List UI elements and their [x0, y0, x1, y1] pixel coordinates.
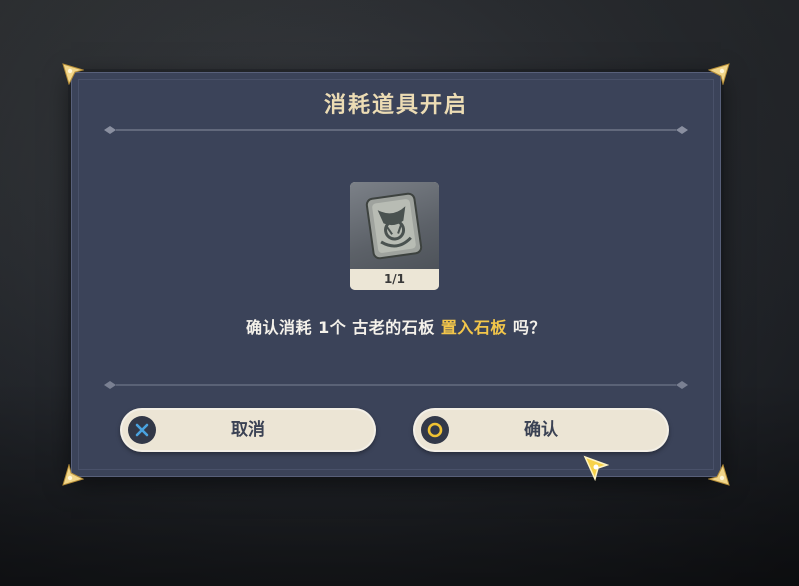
confirm-message: 确认消耗 1个 古老的石板 置入石板 吗？: [72, 314, 720, 338]
confirm-button[interactable]: 确认: [413, 408, 669, 452]
confirm-button-label: 确认: [524, 420, 558, 440]
corner-ornament-icon: [708, 63, 730, 85]
corner-ornament-icon: [62, 63, 84, 85]
corner-ornament-icon: [708, 464, 730, 486]
confirm-message-highlight: 置入石板: [440, 318, 507, 337]
item-slot[interactable]: 1/1: [350, 182, 439, 290]
confirm-message-prefix: 确认消耗 1个 古老的石板: [246, 318, 441, 337]
consume-item-dialog: 消耗道具开启 1/1 确认消耗 1个 古老的石板 置入石板 吗？ 取消 确认: [62, 63, 730, 486]
confirm-message-suffix: 吗？: [506, 318, 546, 337]
cancel-button[interactable]: 取消: [120, 408, 376, 452]
bottom-divider: [102, 379, 690, 391]
ancient-stone-slate-icon: [350, 182, 439, 269]
corner-ornament-icon: [62, 464, 84, 486]
dialog-title: 消耗道具开启: [323, 93, 468, 118]
cancel-button-label: 取消: [231, 420, 265, 440]
cursor-icon: [583, 455, 609, 481]
item-count-label: 1/1: [350, 269, 439, 290]
title-divider: [102, 124, 690, 136]
